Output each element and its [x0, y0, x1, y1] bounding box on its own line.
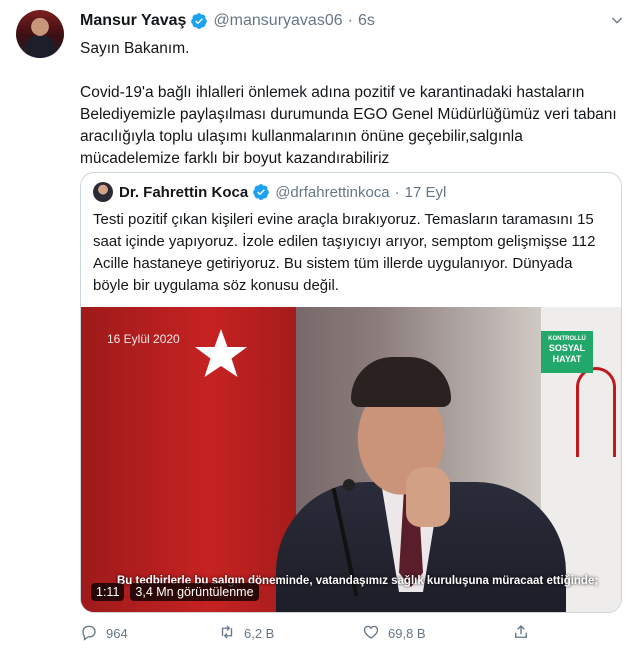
quoted-text: Testi pozitif çıkan kişileri evine araçl…: [93, 211, 596, 294]
badge-line-1: KONTROLLÜ: [548, 336, 586, 342]
share-button[interactable]: [512, 623, 530, 644]
star-icon: [195, 329, 247, 377]
reply-icon: [80, 623, 98, 644]
verified-badge-icon: [252, 183, 270, 201]
avatar-face: [33, 19, 47, 36]
thumbs-up-hand: [406, 467, 450, 527]
retweet-count: 6,2 B: [244, 626, 275, 641]
badge-line-2: SOSYAL: [548, 343, 586, 353]
author-avatar[interactable]: [16, 10, 64, 58]
verified-badge-icon: [190, 12, 208, 30]
video-duration: 1:11: [91, 583, 125, 601]
video-date-overlay: 16 Eylül 2020: [107, 332, 180, 346]
retweet-icon: [218, 623, 236, 644]
badge-line-3: HAYAT: [552, 354, 582, 364]
quoted-author-name[interactable]: Dr. Fahrettin Koca: [119, 184, 248, 201]
like-count: 69,8 B: [388, 626, 426, 641]
quoted-time[interactable]: 17 Eyl: [405, 184, 447, 201]
ministry-logo: [576, 367, 616, 457]
microphone-icon: [343, 479, 355, 491]
tweet-header: Mansur Yavaş @mansuryavas06 · 6s: [80, 12, 375, 30]
reply-button[interactable]: 964: [80, 623, 128, 644]
share-icon: [512, 623, 530, 644]
like-button[interactable]: 69,8 B: [362, 623, 426, 644]
reply-count: 964: [106, 626, 128, 641]
retweet-button[interactable]: 6,2 B: [218, 623, 274, 644]
kontrollu-sosyal-hayat-badge: KONTROLLÜ SOSYAL HAYAT: [541, 331, 593, 373]
turkish-flag-image: [81, 307, 296, 612]
author-name[interactable]: Mansur Yavaş: [80, 12, 186, 30]
heart-icon: [362, 623, 380, 644]
author-handle[interactable]: @mansuryavas06: [213, 12, 342, 30]
quoted-header: Dr. Fahrettin Koca @drfahrettinkoca · 17…: [93, 182, 446, 202]
video-info: 1:11 3,4 Mn görüntülenme: [91, 583, 259, 601]
quoted-tweet[interactable]: Dr. Fahrettin Koca @drfahrettinkoca · 17…: [80, 172, 622, 613]
video-views: 3,4 Mn görüntülenme: [130, 583, 259, 601]
avatar-suit: [26, 36, 54, 58]
tweet[interactable]: Mansur Yavaş @mansuryavas06 · 6s Sayın B…: [0, 0, 640, 655]
quoted-author-handle[interactable]: @drfahrettinkoca: [275, 184, 389, 201]
speaker-hair: [351, 357, 451, 407]
separator-dot: ·: [347, 12, 353, 29]
tweet-actions: 964 6,2 B 69,8 B: [80, 623, 550, 645]
chevron-down-icon[interactable]: [608, 12, 626, 30]
tweet-text: Sayın Bakanım. Covid-19'a bağlı ihlaller…: [80, 40, 617, 167]
separator-dot: ·: [394, 183, 400, 201]
video-player[interactable]: 16 Eylül 2020 KONTROLLÜ SOSYAL HAYAT Bu …: [81, 307, 621, 612]
quoted-avatar[interactable]: [93, 182, 113, 202]
tweet-time[interactable]: 6s: [358, 12, 375, 30]
